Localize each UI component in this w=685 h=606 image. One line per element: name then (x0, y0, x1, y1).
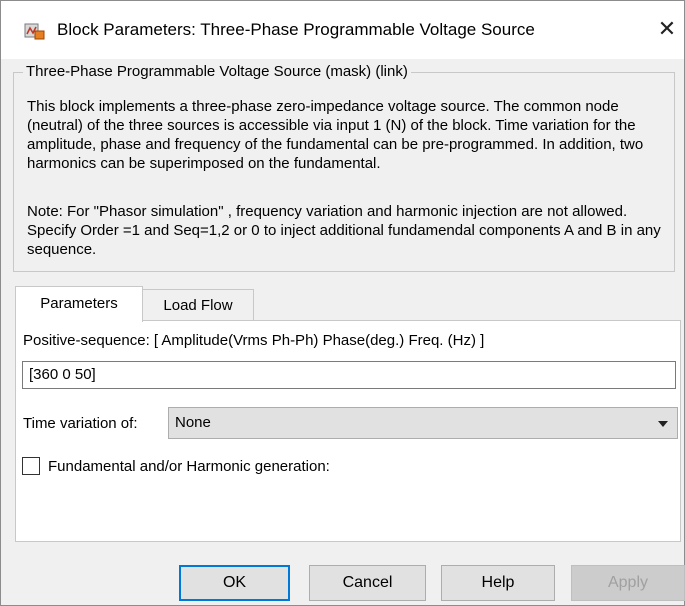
time-variation-value: None (175, 414, 211, 431)
harmonic-generation-checkbox[interactable] (22, 457, 40, 475)
positive-sequence-input[interactable]: [360 0 50] (22, 361, 676, 389)
close-icon[interactable]: ✕ (655, 17, 679, 41)
help-button[interactable]: Help (441, 565, 555, 601)
harmonic-generation-label: Fundamental and/or Harmonic generation: (48, 458, 330, 475)
time-variation-select[interactable]: None (168, 407, 678, 439)
positive-sequence-label: Positive-sequence: [ Amplitude(Vrms Ph-P… (23, 332, 485, 349)
title-bar[interactable]: Block Parameters: Three-Phase Programmab… (1, 1, 684, 59)
simulink-block-icon (24, 23, 45, 40)
block-description: This block implements a three-phase zero… (27, 98, 644, 172)
cancel-button[interactable]: Cancel (309, 565, 426, 601)
time-variation-label: Time variation of: (23, 415, 138, 432)
mask-legend: Three-Phase Programmable Voltage Source … (23, 63, 411, 81)
block-parameters-dialog: Block Parameters: Three-Phase Programmab… (0, 0, 685, 606)
apply-button[interactable]: Apply (571, 565, 685, 601)
chevron-down-icon (658, 421, 668, 427)
ok-button[interactable]: OK (179, 565, 290, 601)
tab-load-flow[interactable]: Load Flow (142, 289, 254, 321)
tab-parameters[interactable]: Parameters (15, 286, 143, 322)
block-note: Note: For "Phasor simulation" , frequenc… (27, 203, 661, 258)
window-title: Block Parameters: Three-Phase Programmab… (57, 20, 535, 39)
